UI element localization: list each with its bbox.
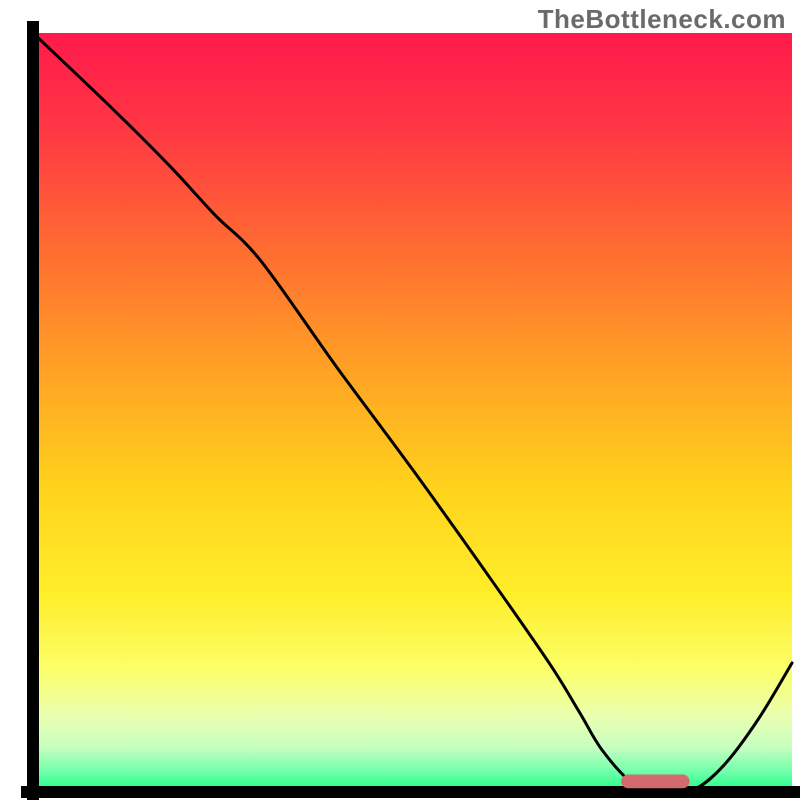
- chart-stage: TheBottleneck.com: [0, 0, 800, 800]
- bottleneck-plot: [0, 0, 800, 800]
- ideal-range-marker: [621, 775, 689, 789]
- plot-background: [33, 33, 792, 792]
